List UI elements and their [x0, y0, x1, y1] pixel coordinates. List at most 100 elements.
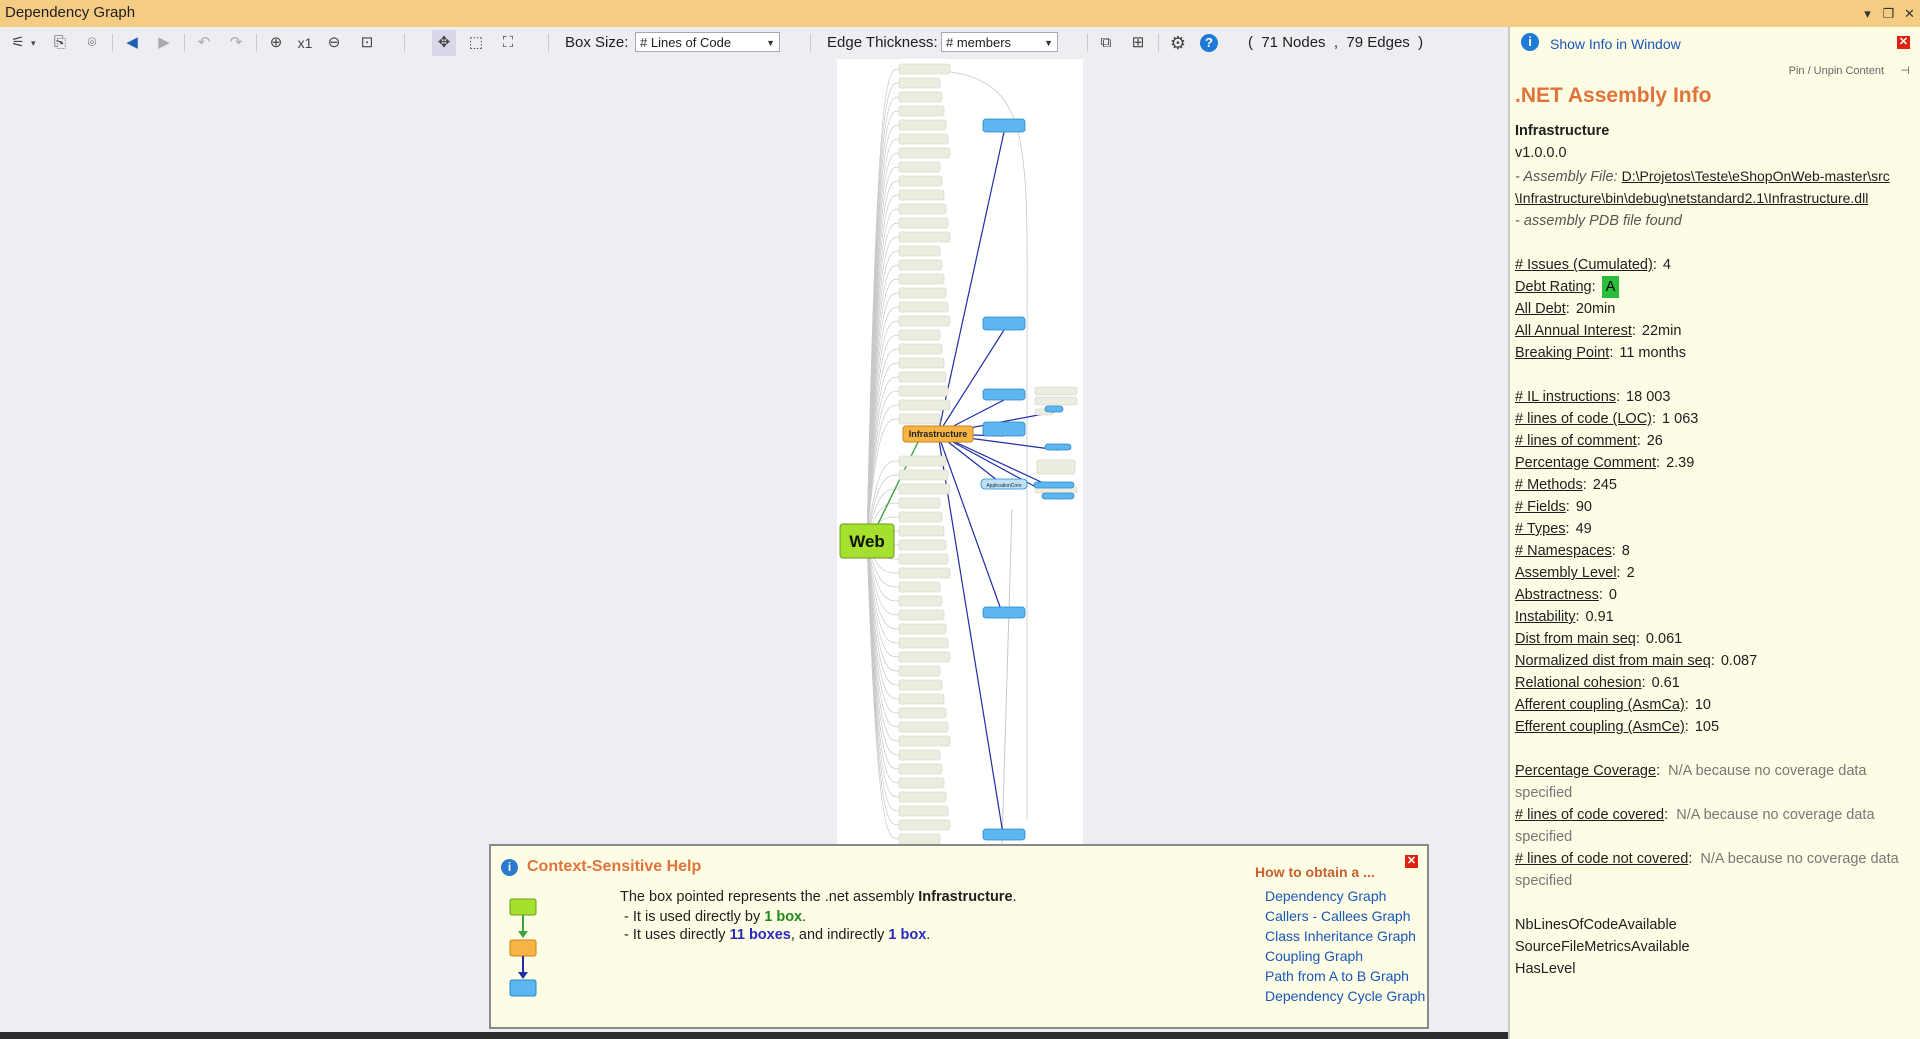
metric-link[interactable]: # IL instructions [1515, 389, 1616, 405]
graph-node[interactable] [898, 805, 949, 817]
assembly-file-path-2[interactable]: \Infrastructure\bin\debug\netstandard2.1… [1515, 190, 1868, 206]
graph-node[interactable] [898, 91, 943, 103]
graph-node[interactable] [898, 511, 943, 523]
graph-node-used[interactable] [1044, 405, 1064, 413]
graph-node[interactable] [898, 665, 941, 677]
graph-node[interactable] [898, 595, 943, 607]
graph-node[interactable] [898, 413, 941, 425]
edge-thickness-select[interactable]: # members ▼ [941, 32, 1058, 52]
how-to-link[interactable]: Dependency Cycle Graph [1265, 986, 1425, 1006]
graph-node[interactable] [898, 567, 951, 579]
metric-link[interactable]: Percentage Coverage [1515, 763, 1656, 779]
graph-node-used[interactable] [982, 388, 1026, 401]
metric-link[interactable]: # lines of code (LOC) [1515, 411, 1652, 427]
graph-node[interactable] [898, 469, 949, 481]
graph-node[interactable] [898, 399, 951, 411]
graph-node[interactable] [898, 63, 951, 75]
graph-node[interactable] [1034, 386, 1078, 396]
zoom-in-icon[interactable]: ⊕ [264, 27, 288, 59]
graph-node[interactable] [898, 525, 945, 537]
graph-node[interactable] [898, 273, 945, 285]
graph-node-application-core-label[interactable]: ApplicationCore [986, 483, 1022, 489]
graph-node[interactable] [898, 371, 947, 383]
graph-node[interactable] [898, 315, 951, 327]
zoom-reset-button[interactable]: x1 [295, 27, 315, 59]
pan-icon[interactable]: ✥ [432, 30, 456, 56]
close-icon[interactable]: ✕ [1899, 0, 1920, 27]
graph-node[interactable] [898, 763, 943, 775]
how-to-link[interactable]: Path from A to B Graph [1265, 966, 1425, 986]
graph-node[interactable] [898, 693, 945, 705]
graph-node-used[interactable] [1033, 481, 1075, 489]
graph-node[interactable] [898, 833, 941, 844]
graph-node-used[interactable] [1041, 492, 1075, 500]
graph-node[interactable] [898, 301, 949, 313]
select-rect-icon[interactable]: ⬚ [464, 27, 488, 59]
graph-node[interactable] [898, 105, 945, 117]
graph-node[interactable] [898, 721, 949, 733]
export-icon[interactable]: ⎘ [48, 27, 72, 59]
graph-node[interactable] [898, 343, 943, 355]
metric-link[interactable]: # Methods [1515, 477, 1583, 493]
metric-link[interactable]: # lines of code covered [1515, 807, 1664, 823]
graph-node[interactable] [898, 749, 941, 761]
graph-node-used[interactable] [982, 606, 1026, 619]
graph-node[interactable] [898, 133, 949, 145]
graph-node[interactable] [898, 385, 949, 397]
graph-node[interactable] [898, 287, 947, 299]
metric-link[interactable]: All Annual Interest [1515, 323, 1632, 339]
show-info-link[interactable]: Show Info in Window [1550, 36, 1681, 52]
how-to-link[interactable]: Callers - Callees Graph [1265, 906, 1425, 926]
forward-icon[interactable]: ▶ [152, 27, 176, 59]
graph-node[interactable] [898, 679, 943, 691]
zoom-out-icon[interactable]: ⊖ [322, 27, 346, 59]
metric-link[interactable]: # Fields [1515, 499, 1566, 515]
restore-icon[interactable]: ❐ [1878, 0, 1899, 27]
graph-node-used[interactable] [982, 828, 1026, 841]
close-icon[interactable]: ✕ [1897, 36, 1910, 49]
graph-node[interactable] [898, 497, 941, 509]
help-icon[interactable]: ? [1200, 34, 1218, 52]
metric-link[interactable]: Debt Rating [1515, 279, 1592, 295]
graph-node[interactable] [1034, 396, 1078, 406]
undo-icon[interactable]: ↶ [192, 27, 216, 59]
graph-node[interactable] [898, 119, 947, 131]
graph-node[interactable] [898, 175, 943, 187]
graph-node[interactable] [898, 203, 947, 215]
metric-link[interactable]: Relational cohesion [1515, 675, 1642, 691]
settings-icon[interactable]: ⚙ [1166, 27, 1190, 59]
metric-link[interactable]: # Issues (Cumulated) [1515, 257, 1653, 273]
graph-node-web-label[interactable]: Web [849, 532, 885, 551]
dependency-graph[interactable]: ApplicationCore Infrastructure Web [837, 59, 1083, 844]
how-to-link[interactable]: Class Inheritance Graph [1265, 926, 1425, 946]
dropdown-icon[interactable]: ▾ [1857, 0, 1878, 27]
graph-node-used[interactable] [982, 316, 1026, 331]
graph-node[interactable] [898, 161, 941, 173]
camera-icon[interactable]: ⌾ [80, 27, 104, 59]
graph-node[interactable] [898, 651, 951, 663]
metric-link[interactable]: Instability [1515, 609, 1575, 625]
graph-node[interactable] [898, 357, 945, 369]
layout-icon[interactable]: ⚟ [6, 27, 30, 59]
graph-node[interactable] [898, 707, 947, 719]
tree-layout-icon[interactable]: ⊞ [1126, 27, 1150, 59]
box-size-select[interactable]: # Lines of Code ▼ [635, 32, 780, 52]
metric-link[interactable]: Afferent coupling (AsmCa) [1515, 697, 1685, 713]
metric-link[interactable]: # Types [1515, 521, 1566, 537]
graph-node-used[interactable] [1044, 443, 1072, 451]
how-to-link[interactable]: Coupling Graph [1265, 946, 1425, 966]
metric-link[interactable]: Efferent coupling (AsmCe) [1515, 719, 1685, 735]
pin-icon[interactable]: ⊣ [1900, 64, 1910, 77]
graph-node-infrastructure-label[interactable]: Infrastructure [909, 429, 968, 439]
metric-link[interactable]: Normalized dist from main seq [1515, 653, 1711, 669]
graph-node[interactable] [898, 623, 947, 635]
graph-node[interactable] [898, 539, 947, 551]
back-icon[interactable]: ◀ [120, 27, 144, 59]
graph-node[interactable] [898, 609, 945, 621]
metric-link[interactable]: All Debt [1515, 301, 1566, 317]
redo-icon[interactable]: ↷ [224, 27, 248, 59]
metric-link[interactable]: # lines of code not covered [1515, 851, 1688, 867]
graph-node[interactable] [898, 189, 945, 201]
graph-node[interactable] [898, 637, 949, 649]
graph-node[interactable] [898, 147, 951, 159]
